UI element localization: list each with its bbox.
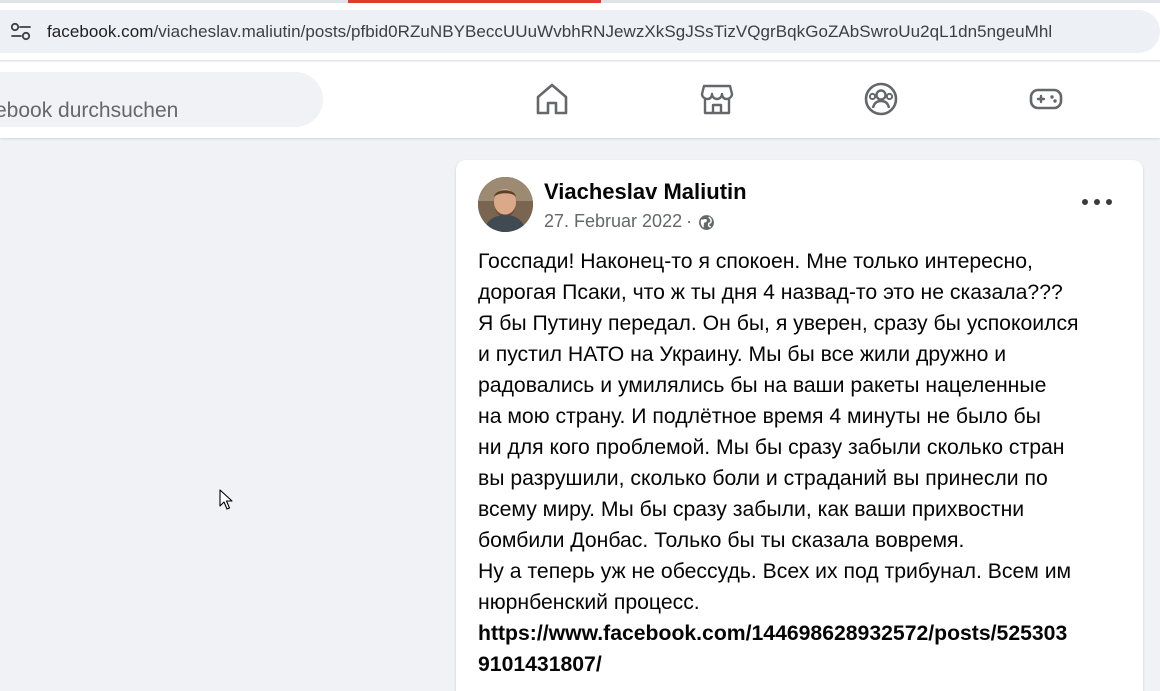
post-text-line: нюрнбенский процесс. <box>478 591 700 614</box>
post-text-line: бомбили Донбас. Только бы ты сказала вов… <box>478 529 965 552</box>
url-path: /viacheslav.maliutin/posts/pfbid0RZuNBYB… <box>153 22 1053 41</box>
facebook-search-box[interactable]: Facebook durchsuchen <box>0 72 323 127</box>
post-text-line: и пустил НАТО на Украину. Мы бы все жили… <box>478 343 1007 366</box>
tune-icon[interactable] <box>10 22 32 42</box>
home-icon[interactable] <box>534 81 570 117</box>
post-text-line: Я бы Путину передал. Он бы, я уверен, ср… <box>478 312 1079 335</box>
marketplace-icon[interactable] <box>699 81 735 117</box>
author-avatar[interactable] <box>478 177 533 232</box>
url-host: facebook.com <box>47 22 154 41</box>
post-text-line: ни для кого проблемой. Мы бы сразу забыл… <box>478 436 1065 459</box>
post-meta: 27. Februar 2022 · <box>544 211 715 232</box>
post-text-line: радовались и умилялись бы на ваши ракеты… <box>478 374 1047 397</box>
post-date[interactable]: 27. Februar 2022 <box>544 211 682 232</box>
post-text-line: всему миру. Мы бы сразу забыли, как ваши… <box>478 498 1025 521</box>
meta-separator: · <box>686 211 693 231</box>
mouse-cursor-icon <box>219 489 233 510</box>
post-text-line: дорогая Псаки, что ж ты дня 4 назвад-то … <box>478 281 1063 304</box>
facebook-top-nav: Facebook durchsuchen <box>0 62 1160 138</box>
post-link-line[interactable]: https://www.facebook.com/144698628932572… <box>478 618 1128 649</box>
gaming-icon[interactable] <box>1028 81 1064 117</box>
post-link[interactable]: https://www.facebook.com/144698628932572… <box>478 618 1128 680</box>
url-text[interactable]: facebook.com/viacheslav.maliutin/posts/p… <box>47 22 1052 42</box>
groups-icon[interactable] <box>863 81 899 117</box>
post-text-line: Госспади! Наконец-то я спокоен. Мне толь… <box>478 250 1033 273</box>
search-input[interactable]: Facebook durchsuchen <box>0 99 178 123</box>
post-text: Госспади! Наконец-то я спокоен. Мне толь… <box>478 246 1128 618</box>
more-options-icon[interactable] <box>1082 194 1112 210</box>
browser-address-bar: facebook.com/viacheslav.maliutin/posts/p… <box>0 3 1160 61</box>
post-link-line[interactable]: 9101431807/ <box>478 649 1128 680</box>
post-text-line: Ну а теперь уж не обессудь. Всех их под … <box>478 560 1072 583</box>
post-text-line: вы разрушили, сколько боли и страданий в… <box>478 467 1048 490</box>
post-card: Viacheslav Maliutin 27. Februar 2022 · Г… <box>456 160 1143 691</box>
post-text-line: на мою страну. И подлётное время 4 минут… <box>478 405 1041 428</box>
post-author[interactable]: Viacheslav Maliutin <box>544 179 747 205</box>
globe-icon <box>699 215 715 230</box>
